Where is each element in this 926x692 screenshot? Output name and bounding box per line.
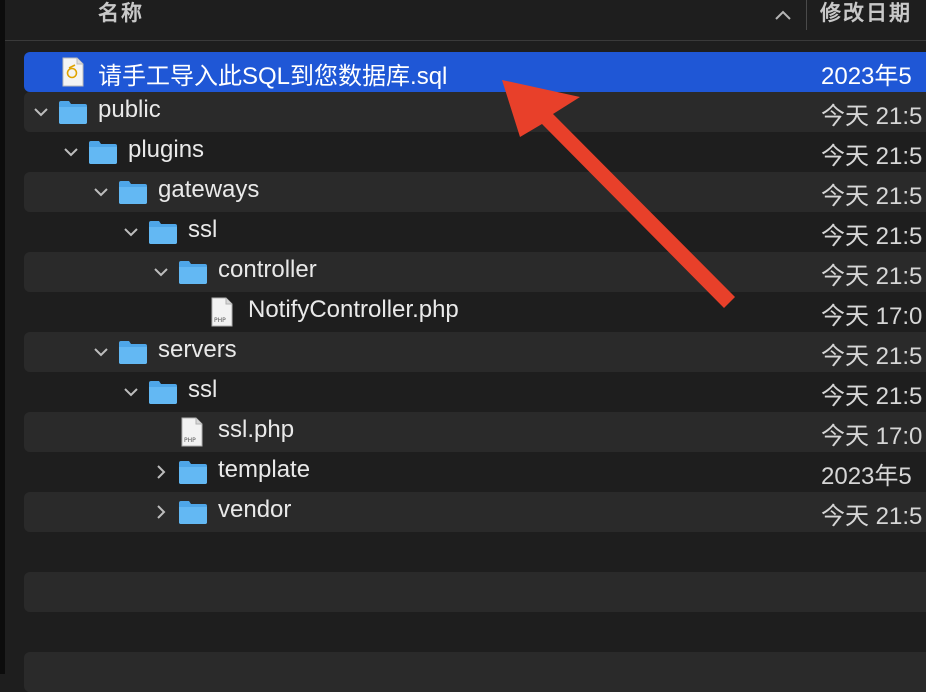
list-item-template[interactable]: template 2023年5 bbox=[24, 452, 926, 492]
folder-name: template bbox=[218, 456, 311, 483]
empty-row bbox=[24, 652, 926, 692]
folder-icon bbox=[119, 181, 147, 204]
modified-date: 今天 17:0 bbox=[821, 303, 923, 330]
chevron-down-icon[interactable] bbox=[92, 343, 110, 361]
folder-icon bbox=[89, 141, 117, 164]
modified-date: 今天 21:5 bbox=[821, 383, 923, 410]
folder-name: plugins bbox=[128, 136, 205, 163]
chevron-down-icon[interactable] bbox=[62, 143, 80, 161]
folder-name: controller bbox=[218, 256, 317, 283]
chevron-up-icon[interactable] bbox=[769, 2, 797, 30]
folder-icon bbox=[59, 101, 87, 124]
modified-date: 2023年5 bbox=[821, 463, 912, 490]
php-file-icon: PHP bbox=[211, 297, 233, 327]
list-item-plugins[interactable]: plugins 今天 21:5 bbox=[24, 132, 926, 172]
folder-icon bbox=[149, 221, 177, 244]
list-item-ssl[interactable]: ssl 今天 21:5 bbox=[24, 212, 926, 252]
modified-date: 今天 21:5 bbox=[821, 263, 923, 290]
chevron-down-icon[interactable] bbox=[32, 103, 50, 121]
modified-date: 今天 21:5 bbox=[821, 343, 923, 370]
chevron-down-icon[interactable] bbox=[152, 263, 170, 281]
php-file-icon: PHP bbox=[181, 417, 203, 447]
modified-date: 2023年5 bbox=[821, 63, 912, 90]
list-item-vendor[interactable]: vendor 今天 21:5 bbox=[24, 492, 926, 532]
folder-icon bbox=[179, 261, 207, 284]
sql-file-icon bbox=[62, 57, 84, 87]
file-list: 请手工导入此SQL到您数据库.sql 2023年5 public 今天 21:5… bbox=[0, 0, 926, 692]
list-item-servers[interactable]: servers 今天 21:5 bbox=[24, 332, 926, 372]
modified-date: 今天 21:5 bbox=[821, 183, 923, 210]
modified-date: 今天 17:0 bbox=[821, 423, 923, 450]
folder-icon bbox=[179, 461, 207, 484]
chevron-right-icon[interactable] bbox=[152, 463, 170, 481]
empty-row bbox=[24, 572, 926, 612]
folder-name: public bbox=[98, 96, 161, 123]
folder-name: servers bbox=[158, 336, 237, 363]
list-item-public[interactable]: public 今天 21:5 bbox=[24, 92, 926, 132]
folder-icon bbox=[149, 381, 177, 404]
folder-icon bbox=[179, 501, 207, 524]
list-item-ssl[interactable]: ssl 今天 21:5 bbox=[24, 372, 926, 412]
list-item-controller[interactable]: controller 今天 21:5 bbox=[24, 252, 926, 292]
column-header-date[interactable]: 修改日期 bbox=[820, 0, 912, 27]
modified-date: 今天 21:5 bbox=[821, 103, 923, 130]
folder-name: gateways bbox=[158, 176, 260, 203]
folder-icon bbox=[119, 341, 147, 364]
modified-date: 今天 21:5 bbox=[821, 143, 923, 170]
file-name: 请手工导入此SQL到您数据库.sql bbox=[98, 63, 448, 90]
column-separator[interactable] bbox=[806, 0, 807, 30]
file-name: ssl.php bbox=[218, 416, 295, 443]
folder-name: ssl bbox=[188, 376, 218, 403]
column-header-name[interactable]: 名称 bbox=[98, 0, 144, 27]
chevron-down-icon[interactable] bbox=[122, 223, 140, 241]
chevron-down-icon[interactable] bbox=[92, 183, 110, 201]
modified-date: 今天 21:5 bbox=[821, 503, 923, 530]
list-item-ssl-php[interactable]: PHP ssl.php 今天 17:0 bbox=[24, 412, 926, 452]
list-item-notifycontroller[interactable]: PHP NotifyController.php 今天 17:0 bbox=[24, 292, 926, 332]
svg-text:PHP: PHP bbox=[184, 437, 196, 444]
folder-name: vendor bbox=[218, 496, 292, 523]
folder-name: ssl bbox=[188, 216, 218, 243]
list-item-gateways[interactable]: gateways 今天 21:5 bbox=[24, 172, 926, 212]
modified-date: 今天 21:5 bbox=[821, 223, 923, 250]
svg-text:PHP: PHP bbox=[214, 317, 226, 324]
column-header: 名称 修改日期 bbox=[5, 0, 926, 41]
chevron-down-icon[interactable] bbox=[122, 383, 140, 401]
chevron-right-icon[interactable] bbox=[152, 503, 170, 521]
file-name: NotifyController.php bbox=[248, 296, 459, 323]
list-item-sql-file[interactable]: 请手工导入此SQL到您数据库.sql 2023年5 bbox=[24, 52, 926, 92]
